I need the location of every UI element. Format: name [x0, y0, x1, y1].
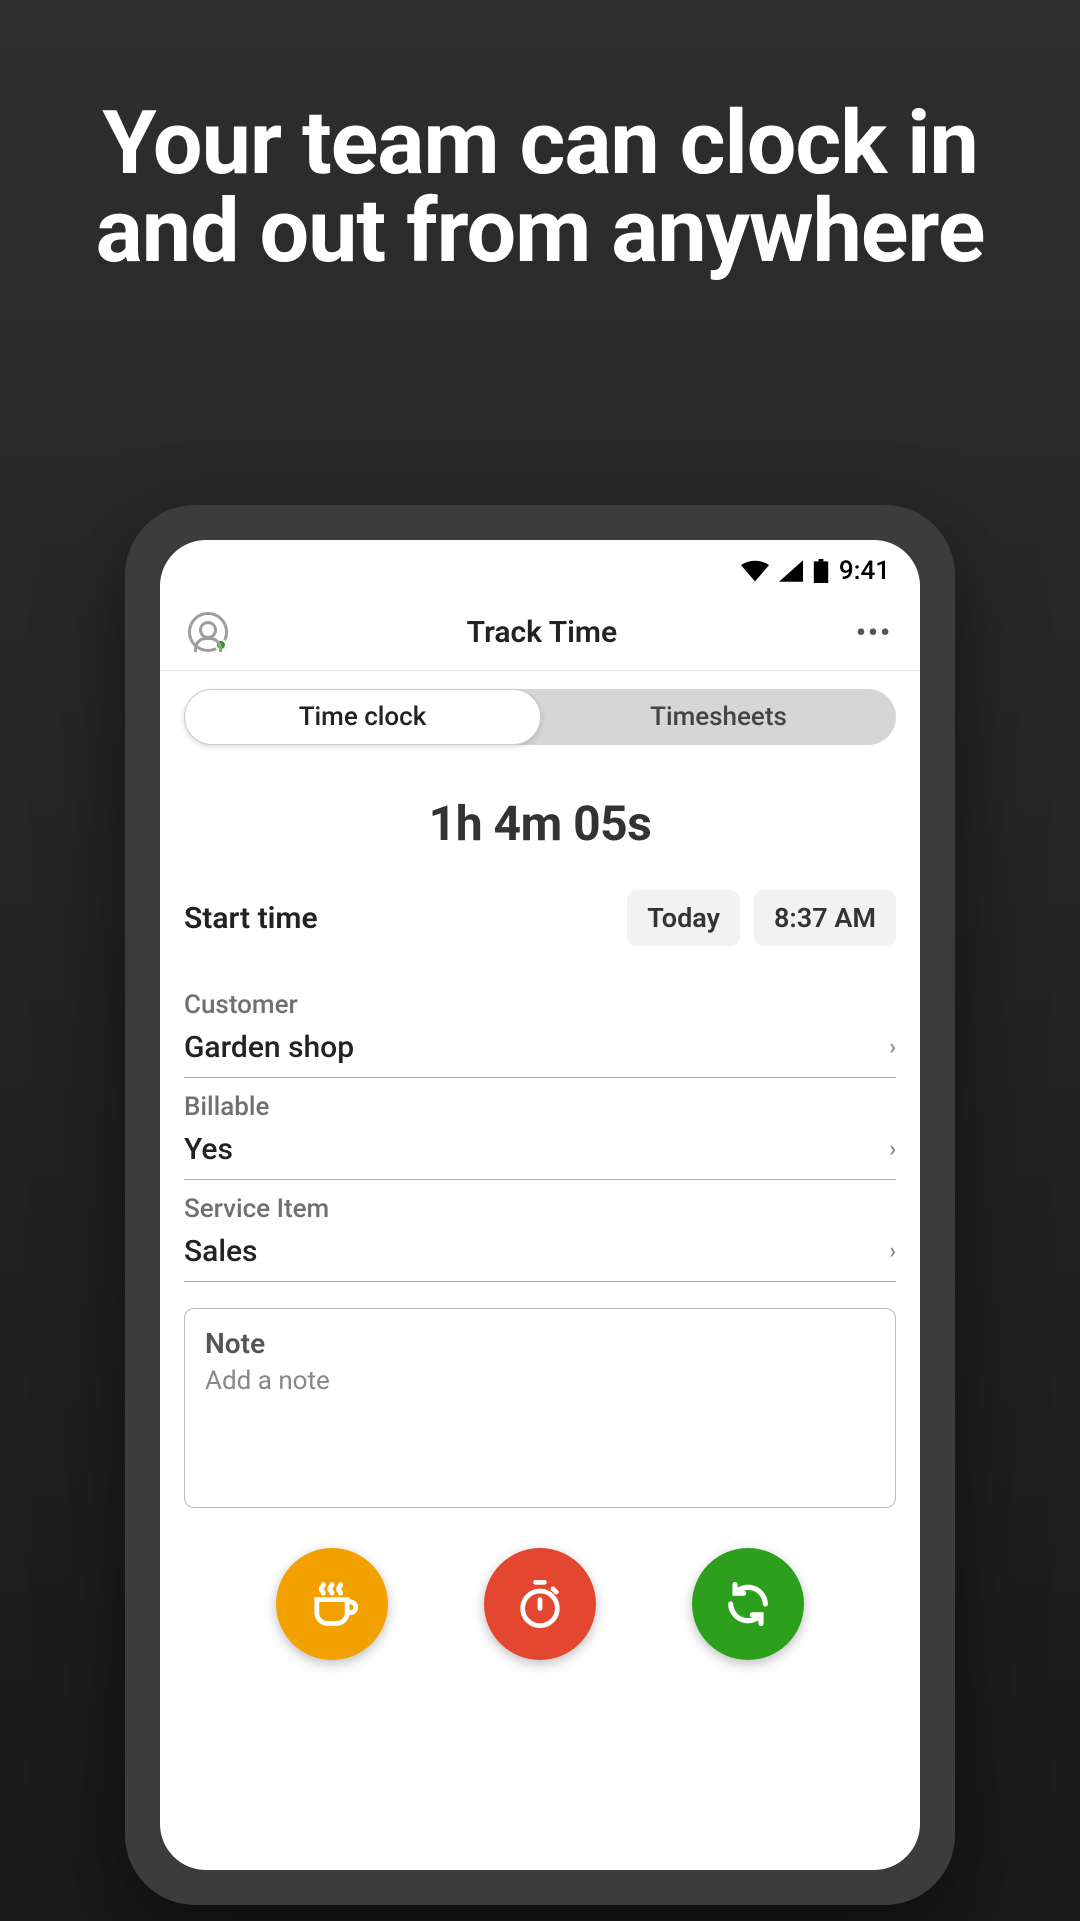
start-date-pill[interactable]: Today: [627, 890, 740, 946]
status-time: 9:41: [839, 556, 890, 586]
note-placeholder: Add a note: [205, 1366, 875, 1396]
break-button[interactable]: [276, 1548, 388, 1660]
note-input[interactable]: Note Add a note: [184, 1308, 896, 1508]
stopwatch-icon: [514, 1578, 566, 1630]
phone-frame: 9:41 Track Time ••• Time clock Timesheet…: [125, 505, 955, 1905]
customer-label: Customer: [184, 990, 896, 1020]
tab-bar: Time clock Timesheets: [184, 689, 896, 745]
billable-label: Billable: [184, 1092, 896, 1122]
service-item-field[interactable]: Service Item Sales ›: [160, 1180, 920, 1282]
service-item-label: Service Item: [184, 1194, 896, 1224]
wifi-icon: [741, 560, 769, 582]
online-indicator: [215, 639, 227, 651]
cellular-icon: [779, 560, 803, 582]
start-time-pill[interactable]: 8:37 AM: [754, 890, 896, 946]
action-buttons: [160, 1508, 920, 1660]
stop-button[interactable]: [484, 1548, 596, 1660]
profile-icon[interactable]: [188, 612, 228, 652]
page-title: Track Time: [467, 615, 617, 650]
chevron-right-icon: ›: [889, 1239, 896, 1264]
tab-timesheets[interactable]: Timesheets: [541, 689, 896, 745]
status-bar: 9:41: [160, 540, 920, 592]
customer-value: Garden shop: [184, 1030, 354, 1065]
customer-field[interactable]: Customer Garden shop ›: [160, 976, 920, 1078]
app-header: Track Time •••: [160, 592, 920, 671]
elapsed-time: 1h 4m 05s: [160, 745, 920, 890]
chevron-right-icon: ›: [889, 1137, 896, 1162]
coffee-icon: [306, 1578, 358, 1630]
billable-field[interactable]: Billable Yes ›: [160, 1078, 920, 1180]
start-time-label: Start time: [184, 901, 318, 936]
marketing-headline: Your team can clock in and out from anyw…: [0, 0, 1080, 276]
more-icon[interactable]: •••: [856, 616, 892, 649]
phone-screen: 9:41 Track Time ••• Time clock Timesheet…: [160, 540, 920, 1870]
switch-button[interactable]: [692, 1548, 804, 1660]
chevron-right-icon: ›: [889, 1035, 896, 1060]
billable-value: Yes: [184, 1132, 233, 1167]
start-time-row: Start time Today 8:37 AM: [160, 890, 920, 976]
note-title: Note: [205, 1327, 875, 1360]
tab-time-clock[interactable]: Time clock: [184, 689, 541, 745]
sync-icon: [722, 1578, 774, 1630]
service-item-value: Sales: [184, 1234, 258, 1269]
battery-icon: [813, 559, 829, 583]
